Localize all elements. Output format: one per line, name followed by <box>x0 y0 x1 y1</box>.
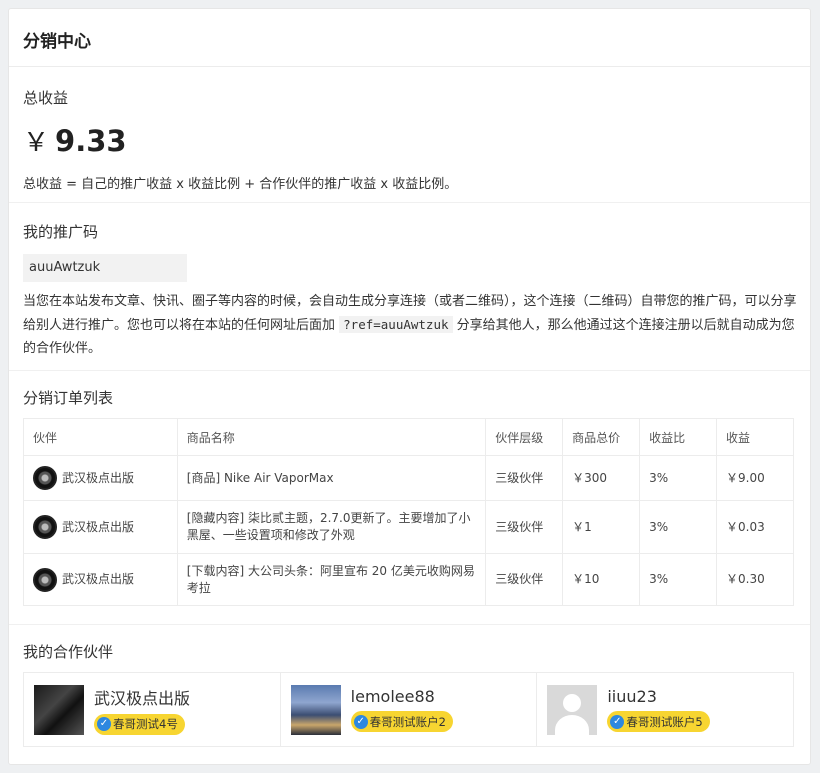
partner-card[interactable]: 武汉极点出版 ✓ 春哥测试4号 <box>24 673 281 746</box>
promo-code-heading: 我的推广码 <box>23 223 99 241</box>
orders-section: 分销订单列表 伙伴 商品名称 伙伴层级 商品总价 收益比 收益 武汉极点出版 [… <box>9 371 810 625</box>
col-header-price: 商品总价 <box>562 418 641 456</box>
product-price: ￥1 <box>562 500 641 554</box>
total-earnings-section: 总收益 ￥ 9.33 总收益 = 自己的推广收益 x 收益比例 + 合作伙伴的推广… <box>9 67 810 203</box>
verified-badge: ✓ 春哥测试账户2 <box>350 711 453 732</box>
partner-cell[interactable]: 武汉极点出版 <box>33 515 168 539</box>
partner-level: 三级伙伴 <box>485 500 564 554</box>
promo-code-description: 当您在本站发布文章、快讯、圈子等内容的时候，会自动生成分享连接（或者二维码），这… <box>23 290 797 360</box>
verified-badge: ✓ 春哥测试账户5 <box>607 711 710 732</box>
product-name[interactable]: [下载内容] 大公司头条：阿里宣布 20 亿美元收购网易考拉 <box>176 553 487 606</box>
product-price: ￥10 <box>562 553 641 606</box>
earning-value: ￥9.00 <box>716 455 794 501</box>
table-row: 武汉极点出版 [下载内容] 大公司头条：阿里宣布 20 亿美元收购网易考拉 三级… <box>23 553 794 606</box>
partner-name: 武汉极点出版 <box>62 519 135 534</box>
amount-value: 9.33 <box>55 124 127 158</box>
col-header-ratio: 收益比 <box>639 418 717 456</box>
earning-ratio: 3% <box>639 500 717 554</box>
table-row: 武汉极点出版 [商品] Nike Air VaporMax 三级伙伴 ￥300 … <box>23 455 794 501</box>
total-earnings-heading: 总收益 <box>23 89 69 107</box>
table-row: 武汉极点出版 [隐藏内容] 柒比贰主题，2.7.0更新了。主要增加了小黑屋、一些… <box>23 500 794 554</box>
badge-label: 春哥测试账户2 <box>369 714 446 729</box>
avatar[interactable] <box>547 684 598 735</box>
badge-label: 春哥测试账户5 <box>626 714 703 729</box>
avatar <box>33 567 57 592</box>
partner-name[interactable]: lemolee88 <box>351 687 453 706</box>
promo-code-box[interactable]: auuAwtzuk <box>23 254 187 282</box>
partner-cell[interactable]: 武汉极点出版 <box>33 466 168 490</box>
earning-ratio: 3% <box>639 455 717 501</box>
avatar <box>33 466 57 490</box>
partner-name: 武汉极点出版 <box>62 470 135 485</box>
partner-level: 三级伙伴 <box>485 455 564 501</box>
partner-name[interactable]: iiuu23 <box>607 687 709 706</box>
partner-name: 武汉极点出版 <box>62 572 135 586</box>
distribution-center-panel: 分销中心 总收益 ￥ 9.33 总收益 = 自己的推广收益 x 收益比例 + 合作… <box>8 8 811 765</box>
check-badge-icon: ✓ <box>97 717 111 731</box>
verified-badge: ✓ 春哥测试4号 <box>94 713 185 735</box>
total-amount: ￥ 9.33 <box>23 122 796 159</box>
partners-heading: 我的合作伙伴 <box>23 643 114 661</box>
check-badge-icon: ✓ <box>353 714 368 729</box>
badge-label: 春哥测试4号 <box>113 717 178 731</box>
partner-card[interactable]: lemolee88 ✓ 春哥测试账户2 <box>281 673 538 746</box>
currency-symbol: ￥ <box>23 128 50 158</box>
ref-param-code: ?ref=auuAwtzuk <box>339 316 453 333</box>
avatar <box>33 515 57 539</box>
page-title: 分销中心 <box>23 32 91 52</box>
earnings-formula: 总收益 = 自己的推广收益 x 收益比例 + 合作伙伴的推广收益 x 收益比例。 <box>23 177 458 192</box>
product-price: ￥300 <box>562 455 641 501</box>
partners-section: 我的合作伙伴 武汉极点出版 ✓ 春哥测试4号 lemolee88 ✓ 春哥测试账户2 <box>9 625 810 747</box>
product-name[interactable]: [隐藏内容] 柒比贰主题，2.7.0更新了。主要增加了小黑屋、一些设置项和修改了… <box>176 500 487 554</box>
orders-heading: 分销订单列表 <box>23 389 114 407</box>
promo-code-section: 我的推广码 auuAwtzuk 当您在本站发布文章、快讯、圈子等内容的时候，会自… <box>9 203 810 371</box>
col-header-partner: 伙伴 <box>23 418 178 456</box>
col-header-level: 伙伴层级 <box>485 418 564 456</box>
table-header-row: 伙伴 商品名称 伙伴层级 商品总价 收益比 收益 <box>23 418 794 456</box>
partner-cell[interactable]: 武汉极点出版 <box>33 567 168 592</box>
avatar[interactable] <box>290 684 341 735</box>
partner-level: 三级伙伴 <box>485 553 564 606</box>
col-header-earning: 收益 <box>716 418 794 456</box>
partner-card[interactable]: iiuu23 ✓ 春哥测试账户5 <box>537 673 793 746</box>
product-name[interactable]: [商品] Nike Air VaporMax <box>176 455 487 501</box>
earning-value: ￥0.30 <box>716 553 794 606</box>
check-badge-icon: ✓ <box>610 714 625 729</box>
partners-list: 武汉极点出版 ✓ 春哥测试4号 lemolee88 ✓ 春哥测试账户2 iiuu23… <box>23 672 794 747</box>
col-header-product: 商品名称 <box>176 418 487 456</box>
earning-ratio: 3% <box>639 553 717 606</box>
orders-table: 伙伴 商品名称 伙伴层级 商品总价 收益比 收益 武汉极点出版 [商品] Nik… <box>23 418 794 606</box>
earning-value: ￥0.03 <box>716 500 794 554</box>
panel-header: 分销中心 <box>9 9 810 67</box>
avatar[interactable] <box>34 684 84 735</box>
partner-name[interactable]: 武汉极点出版 <box>94 685 190 709</box>
